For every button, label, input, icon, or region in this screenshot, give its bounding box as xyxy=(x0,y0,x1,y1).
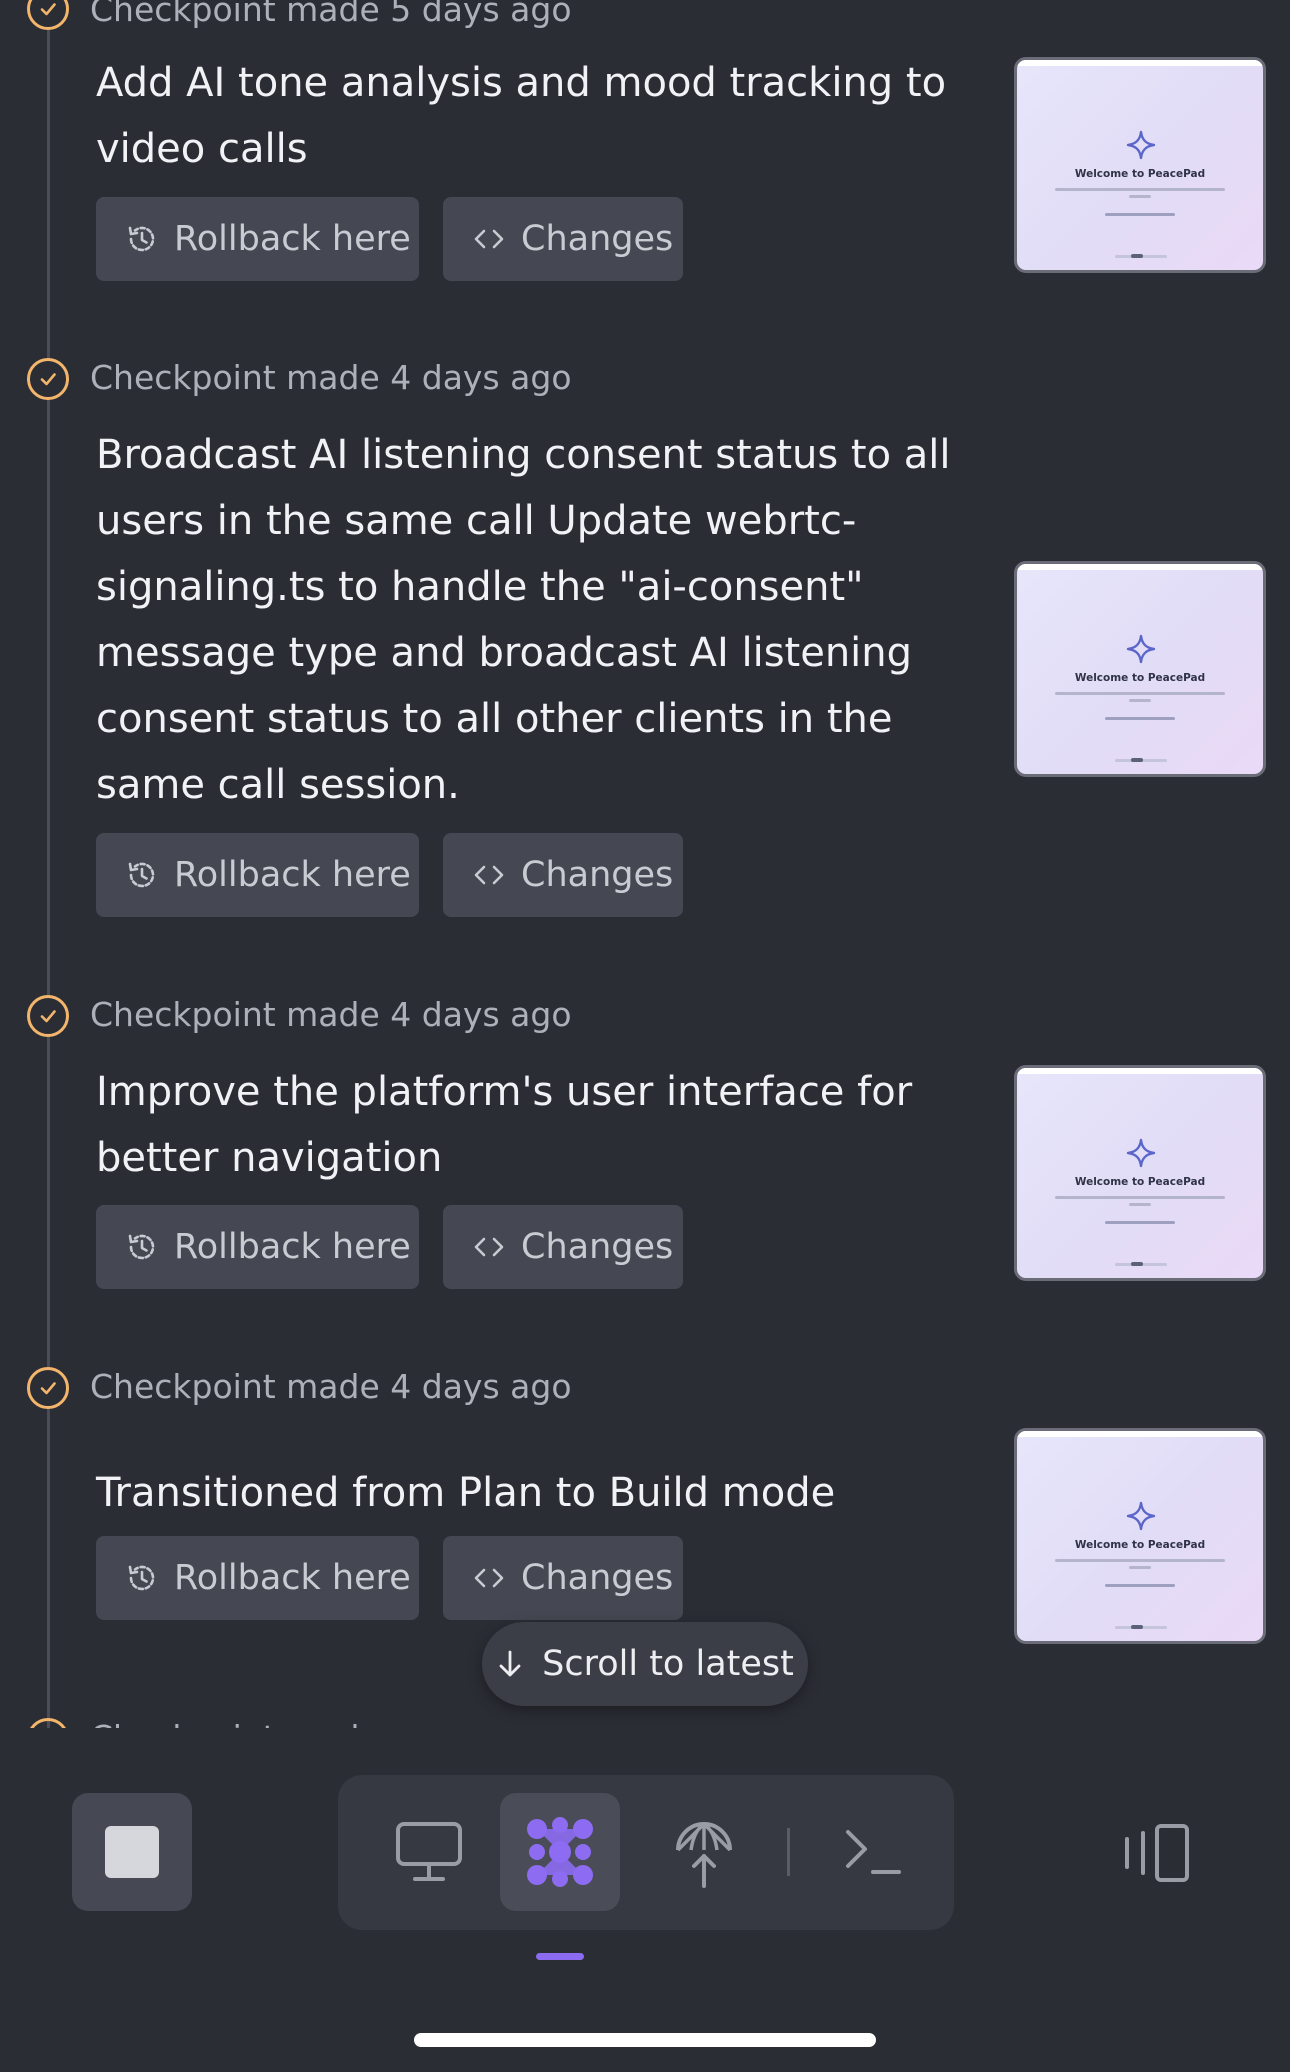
preview-tool-button[interactable] xyxy=(369,1793,489,1911)
panel-toggle-icon xyxy=(1125,1824,1189,1882)
thumbnail-title: Welcome to PeacePad xyxy=(1074,672,1206,684)
changes-button[interactable]: Changes xyxy=(443,197,683,281)
checkpoint-check-icon xyxy=(27,0,69,30)
sparkle-icon xyxy=(1126,1501,1156,1531)
monitor-icon xyxy=(396,1822,462,1881)
checkpoint-title: Transitioned from Plan to Build mode xyxy=(96,1470,836,1516)
changes-button[interactable]: Changes xyxy=(443,833,683,917)
changes-label: Changes xyxy=(521,855,674,895)
checkpoint-label: Checkpoint made 4 days ago xyxy=(90,358,572,397)
home-indicator xyxy=(414,2033,876,2047)
agent-icon xyxy=(527,1817,593,1887)
stop-button[interactable] xyxy=(72,1793,192,1911)
history-icon xyxy=(128,226,155,252)
checkpoint-label: Checkpoint made 4 days ago xyxy=(90,995,572,1034)
sparkle-icon xyxy=(1126,634,1156,664)
stop-icon xyxy=(105,1826,159,1878)
checkpoint-time: 4 days ago xyxy=(390,358,572,397)
checkpoint-time: 5 days ago xyxy=(390,0,572,29)
deploy-icon xyxy=(676,1822,732,1888)
timeline-line xyxy=(47,0,50,1728)
deploy-tool-button[interactable] xyxy=(644,1793,764,1911)
changes-button[interactable]: Changes xyxy=(443,1205,683,1289)
thumbnail-title: Welcome to PeacePad xyxy=(1074,168,1206,180)
rollback-label: Rollback here xyxy=(174,219,411,259)
checkpoint-check-icon xyxy=(27,358,69,400)
checkpoint-label: Checkpoint made 4 days ago xyxy=(90,1367,572,1406)
history-icon xyxy=(128,1234,155,1260)
checkpoint-thumbnail[interactable]: Welcome to PeacePad xyxy=(1014,1065,1266,1281)
rollback-button[interactable]: Rollback here xyxy=(96,1536,419,1620)
rollback-label: Rollback here xyxy=(174,1227,411,1267)
code-icon xyxy=(474,1237,504,1257)
rollback-button[interactable]: Rollback here xyxy=(96,833,419,917)
rollback-label: Rollback here xyxy=(174,855,411,895)
checkpoint-title: Broadcast AI listening consent status to… xyxy=(96,432,951,808)
code-icon xyxy=(474,229,504,249)
checkpoint-title: Improve the platform's user interface fo… xyxy=(96,1069,913,1181)
agent-tool-button[interactable] xyxy=(500,1793,620,1911)
code-icon xyxy=(474,865,504,885)
terminal-icon xyxy=(846,1830,901,1874)
checkpoint-time: 4 days ago xyxy=(390,1367,572,1406)
sparkle-icon xyxy=(1126,130,1156,160)
checkpoint-label: Checkpoint made 5 days ago xyxy=(90,0,572,30)
checkpoint-check-icon xyxy=(27,995,69,1037)
checkpoint-thumbnail[interactable]: Welcome to PeacePad xyxy=(1014,57,1266,273)
changes-label: Changes xyxy=(521,219,674,259)
code-icon xyxy=(474,1568,504,1588)
scroll-to-latest-label: Scroll to latest xyxy=(542,1644,794,1684)
checkpoint-thumbnail[interactable]: Welcome to PeacePad xyxy=(1014,561,1266,777)
rollback-button[interactable]: Rollback here xyxy=(96,197,419,281)
rollback-label: Rollback here xyxy=(174,1558,411,1598)
history-icon xyxy=(128,1565,155,1591)
panel-toggle-button[interactable] xyxy=(1116,1820,1196,1886)
checkpoint-check-icon xyxy=(27,1367,69,1409)
arrow-down-icon xyxy=(499,1650,521,1677)
changes-label: Changes xyxy=(521,1558,674,1598)
active-tab-indicator xyxy=(536,1953,584,1960)
checkpoint-time: 4 days ago xyxy=(390,995,572,1034)
checkpoint-title: Add AI tone analysis and mood tracking t… xyxy=(96,60,947,172)
history-icon xyxy=(128,862,155,888)
changes-button[interactable]: Changes xyxy=(443,1536,683,1620)
thumbnail-title: Welcome to PeacePad xyxy=(1074,1539,1206,1551)
changes-label: Changes xyxy=(521,1227,674,1267)
workspace-toolbar xyxy=(338,1775,954,1930)
scroll-to-latest-button[interactable]: Scroll to latest xyxy=(482,1622,808,1706)
shell-tool-button[interactable] xyxy=(813,1793,933,1911)
checkpoint-thumbnail[interactable]: Welcome to PeacePad xyxy=(1014,1428,1266,1644)
toolbar-divider xyxy=(787,1828,790,1876)
checkpoint-history-screen: Checkpoint made 5 days ago Add AI tone a… xyxy=(0,0,1290,2072)
sparkle-icon xyxy=(1126,1138,1156,1168)
rollback-button[interactable]: Rollback here xyxy=(96,1205,419,1289)
thumbnail-title: Welcome to PeacePad xyxy=(1074,1176,1206,1188)
